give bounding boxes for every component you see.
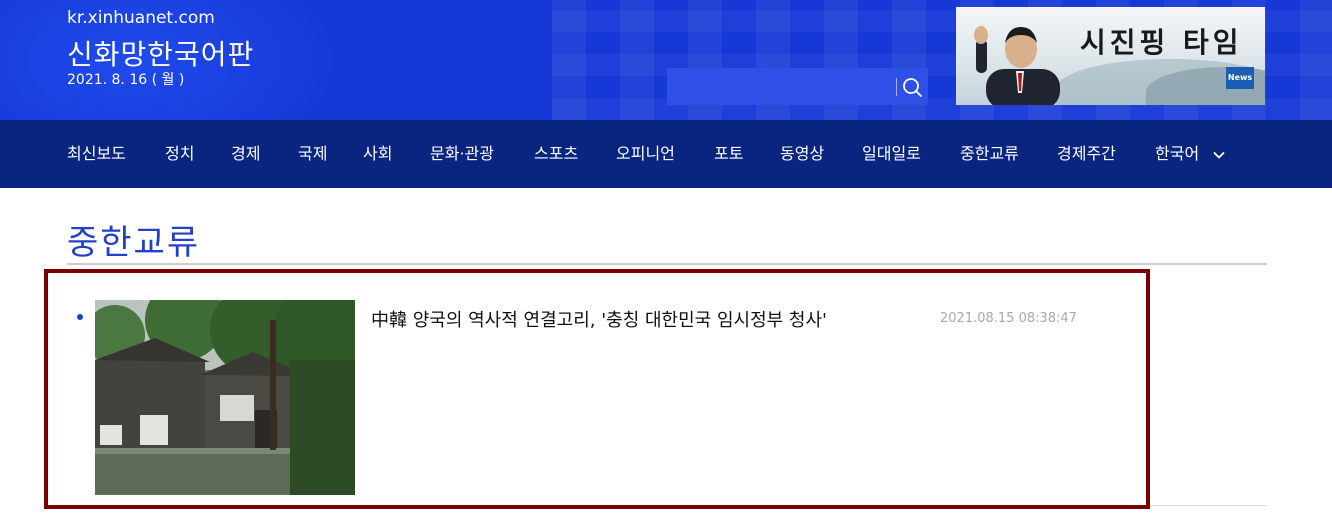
main-nav: 최신보도 정치 경제 국제 사회 문화·관광 스포츠 오피니언 포토 동영상 일… [0,120,1332,188]
nav-item-video[interactable]: 동영상 [780,120,824,188]
search-divider [896,78,897,96]
nav-item-language[interactable]: 한국어 [1155,120,1226,188]
nav-item-economy-weekly[interactable]: 경제주간 [1057,120,1116,188]
nav-item-international[interactable]: 국제 [298,120,327,188]
search-box [667,68,928,105]
nav-item-opinion[interactable]: 오피니언 [616,120,675,188]
section-divider [67,263,1267,265]
highlight-box [44,269,1150,509]
site-title[interactable]: 신화망한국어판 [67,33,254,73]
nav-item-photo[interactable]: 포토 [714,120,743,188]
chevron-down-icon [1213,151,1225,159]
nav-item-society[interactable]: 사회 [363,120,392,188]
banner-person-image [974,26,1060,105]
nav-item-china-korea-exchange[interactable]: 중한교류 [960,120,1019,188]
section-title: 중한교류 [67,223,201,263]
site-domain[interactable]: kr.xinhuanet.com [67,8,215,28]
nav-item-belt-road[interactable]: 일대일로 [862,120,921,188]
nav-item-sports[interactable]: 스포츠 [534,120,578,188]
current-date: 2021. 8. 16 ( 월 ) [67,72,185,88]
xinhua-news-logo: News [1226,67,1254,89]
nav-item-economy[interactable]: 경제 [231,120,260,188]
search-input[interactable] [667,68,895,105]
nav-item-latest[interactable]: 최신보도 [67,120,126,188]
site-header: kr.xinhuanet.com 신화망한국어판 2021. 8. 16 ( 월… [0,0,1332,120]
language-label: 한국어 [1155,144,1200,163]
nav-item-culture-tourism[interactable]: 문화·관광 [430,120,494,188]
search-icon [903,78,922,97]
nav-item-politics[interactable]: 정치 [165,120,194,188]
xi-jinping-time-banner[interactable]: 시진핑 타임 News [956,7,1265,105]
search-button[interactable] [900,75,924,99]
banner-text: 시진핑 타임 [1080,26,1243,59]
